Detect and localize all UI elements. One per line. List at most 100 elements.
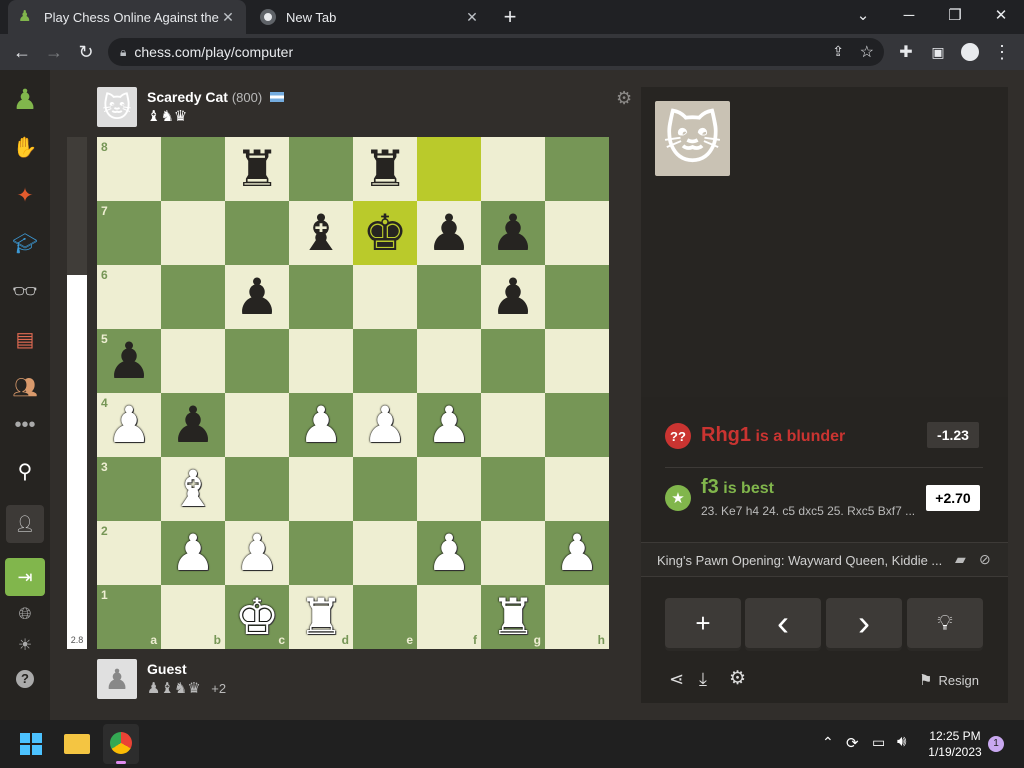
white-piece-b2[interactable]: ♟: [161, 521, 225, 585]
square-f5[interactable]: [417, 329, 481, 393]
logo-pawn-icon[interactable]: ♟: [9, 83, 41, 115]
language-icon[interactable]: 🌐︎: [9, 599, 41, 631]
forward-move-button[interactable]: ›: [826, 598, 902, 648]
white-piece-c1[interactable]: ♚: [225, 585, 289, 649]
black-piece-e8[interactable]: ♜: [353, 137, 417, 201]
square-d6[interactable]: [289, 265, 353, 329]
square-e6[interactable]: [353, 265, 417, 329]
square-a8[interactable]: 8: [97, 137, 161, 201]
white-piece-f2[interactable]: ♟: [417, 521, 481, 585]
square-e3[interactable]: [353, 457, 417, 521]
black-piece-d7[interactable]: ♝: [289, 201, 353, 265]
puzzles-icon[interactable]: ✦: [9, 179, 41, 211]
white-piece-b3[interactable]: ♝: [161, 457, 225, 521]
download-icon[interactable]: ⤓: [699, 669, 707, 690]
square-g3[interactable]: [481, 457, 545, 521]
black-piece-g7[interactable]: ♟: [481, 201, 545, 265]
square-d8[interactable]: [289, 137, 353, 201]
hint-button[interactable]: 💡︎: [907, 598, 983, 648]
black-piece-c8[interactable]: ♜: [225, 137, 289, 201]
square-h8[interactable]: [545, 137, 609, 201]
white-piece-a4[interactable]: ♟: [97, 393, 161, 457]
square-b5[interactable]: [161, 329, 225, 393]
white-piece-d1[interactable]: ♜: [289, 585, 353, 649]
square-e1[interactable]: e: [353, 585, 417, 649]
tab-chess[interactable]: ♟ Play Chess Online Against the Co ✕: [8, 0, 246, 34]
learn-icon[interactable]: 🎓︎: [9, 227, 41, 259]
square-h5[interactable]: [545, 329, 609, 393]
more-icon[interactable]: •••: [9, 409, 41, 441]
clock[interactable]: 12:25 PM 1/19/2023: [922, 728, 988, 760]
forward-arrow-icon[interactable]: →: [42, 40, 66, 64]
chrome-taskbar-button[interactable]: [103, 724, 139, 764]
add-friend-icon[interactable]: 👤︎: [6, 505, 44, 543]
square-h6[interactable]: [545, 265, 609, 329]
square-h7[interactable]: [545, 201, 609, 265]
square-d5[interactable]: [289, 329, 353, 393]
black-piece-g6[interactable]: ♟: [481, 265, 545, 329]
profile-icon[interactable]: [958, 40, 982, 64]
news-icon[interactable]: ▤: [9, 323, 41, 355]
square-f1[interactable]: f: [417, 585, 481, 649]
square-c7[interactable]: [225, 201, 289, 265]
settings-gear-icon[interactable]: ⚙: [729, 667, 746, 690]
book-icon[interactable]: ▰: [955, 551, 966, 568]
white-piece-e4[interactable]: ♟: [353, 393, 417, 457]
square-h3[interactable]: [545, 457, 609, 521]
chevron-up-icon[interactable]: ⌃: [822, 734, 834, 751]
black-piece-f7[interactable]: ♟: [417, 201, 481, 265]
restore-icon[interactable]: ❐: [932, 0, 978, 30]
square-d2[interactable]: [289, 521, 353, 585]
square-a7[interactable]: 7: [97, 201, 161, 265]
reload-icon[interactable]: ↻: [74, 40, 98, 64]
square-g2[interactable]: [481, 521, 545, 585]
share-icon[interactable]: ⇪: [832, 43, 844, 60]
gear-icon[interactable]: ⚙: [616, 88, 632, 109]
square-h1[interactable]: h: [545, 585, 609, 649]
share-icon[interactable]: ⋖: [669, 669, 684, 690]
minimize-icon[interactable]: ─: [886, 0, 932, 30]
square-g4[interactable]: [481, 393, 545, 457]
bookmark-star-icon[interactable]: ☆: [860, 42, 874, 62]
file-explorer-icon[interactable]: [64, 734, 90, 754]
square-a3[interactable]: 3: [97, 457, 161, 521]
square-a6[interactable]: 6: [97, 265, 161, 329]
help-icon[interactable]: ?: [9, 663, 41, 695]
white-piece-c2[interactable]: ♟: [225, 521, 289, 585]
square-g8[interactable]: [481, 137, 545, 201]
tab-new-tab[interactable]: New Tab ✕: [250, 0, 490, 34]
black-piece-b4[interactable]: ♟: [161, 393, 225, 457]
square-b6[interactable]: [161, 265, 225, 329]
network-icon[interactable]: ▭: [872, 734, 885, 751]
sync-icon[interactable]: ⟳: [846, 734, 859, 752]
play-icon[interactable]: ✋: [9, 131, 41, 163]
black-piece-e7[interactable]: ♚: [353, 201, 417, 265]
social-icon[interactable]: 👥︎: [9, 371, 41, 403]
side-panel-icon[interactable]: ▣: [926, 40, 950, 64]
square-c3[interactable]: [225, 457, 289, 521]
square-b7[interactable]: [161, 201, 225, 265]
square-c5[interactable]: [225, 329, 289, 393]
back-move-button[interactable]: ‹: [745, 598, 821, 648]
opponent-avatar[interactable]: 🐱︎: [97, 87, 137, 127]
close-tab-icon[interactable]: ✕: [220, 9, 236, 26]
notification-badge[interactable]: 1: [988, 736, 1004, 752]
theme-icon[interactable]: ☀: [9, 629, 41, 661]
new-tab-button[interactable]: +: [498, 5, 522, 29]
square-d3[interactable]: [289, 457, 353, 521]
square-e5[interactable]: [353, 329, 417, 393]
menu-kebab-icon[interactable]: ⋮: [990, 40, 1014, 64]
black-piece-a5[interactable]: ♟: [97, 329, 161, 393]
white-piece-d4[interactable]: ♟: [289, 393, 353, 457]
square-g5[interactable]: [481, 329, 545, 393]
square-f3[interactable]: [417, 457, 481, 521]
extensions-icon[interactable]: ✚: [894, 40, 918, 64]
square-f6[interactable]: [417, 265, 481, 329]
square-b1[interactable]: b: [161, 585, 225, 649]
player-name[interactable]: Guest: [147, 661, 187, 677]
chess-board[interactable]: 8 7 6 5 4 3 2 1 a b c d e f g h ♜ ♜ ♝ ♚ ♟ ♟ ♟ ♟ ♟ ♟ ♟ ♟ ♟ ♟ ♝ ♟ ♟ ♟ ♟ ♚ ♜ ♜: [97, 137, 609, 649]
windows-start-icon[interactable]: [20, 733, 42, 755]
white-piece-g1[interactable]: ♜: [481, 585, 545, 649]
login-icon[interactable]: ⇥: [5, 558, 45, 596]
black-piece-c6[interactable]: ♟: [225, 265, 289, 329]
